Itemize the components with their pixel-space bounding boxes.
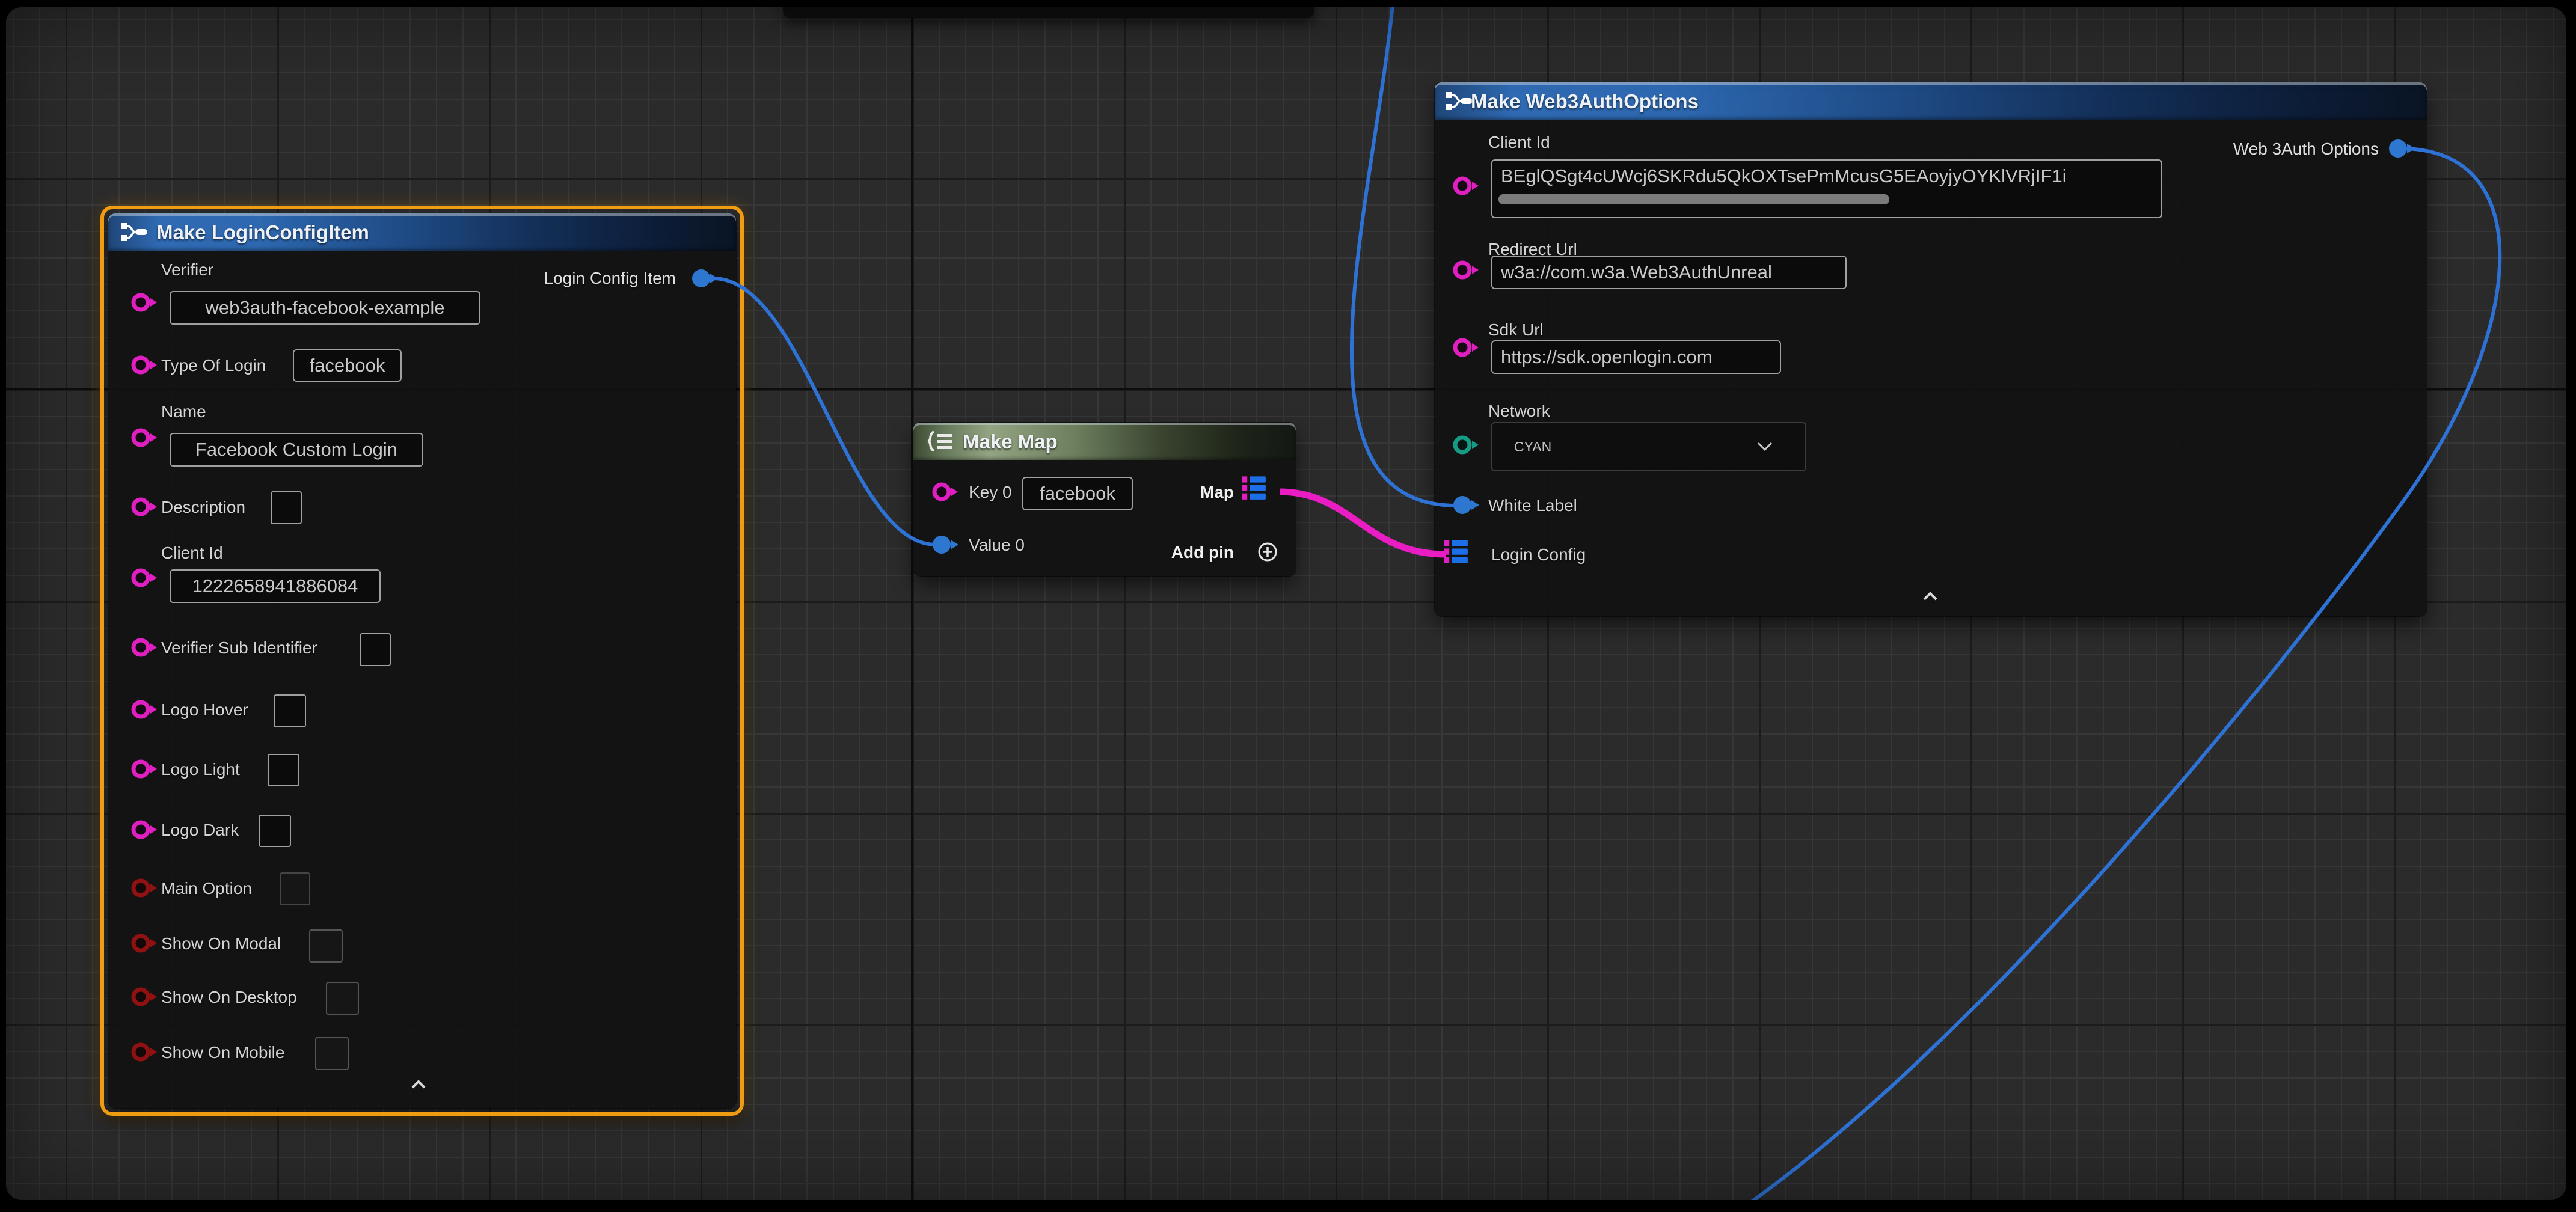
node-make-loginconfigitem[interactable]: Make LoginConfigItem Login Config Item V… [108,213,736,1108]
pin-label: Verifier [161,260,213,280]
main-option-pin[interactable] [130,875,159,901]
name-input[interactable]: Facebook Custom Login [170,433,423,467]
verifier-pin[interactable] [130,289,159,316]
show-on-desktop-checkbox[interactable] [326,982,359,1015]
network-selected-value: CYAN [1514,439,1551,455]
pin-label: Logo Hover [161,700,248,720]
pin-label: Type Of Login [161,356,266,375]
pin-label: Network [1488,402,1550,421]
verifier-sub-identifier-input[interactable] [360,633,391,666]
output-pin-label: Web 3Auth Options [2233,139,2379,159]
redirect-url-input[interactable]: w3a://com.w3a.Web3AuthUnreal [1491,256,1847,289]
description-pin[interactable] [130,494,159,520]
node-make-map[interactable]: Make Map Key 0 facebook Map Value 0 Add … [913,423,1296,576]
pin-label: Name [161,402,206,421]
node-header[interactable]: Make LoginConfigItem [108,213,736,251]
node-make-web3authoptions[interactable]: Make Web3AuthOptions Web 3Auth Options C… [1435,82,2427,616]
value-0-pin[interactable] [931,531,960,558]
show-on-modal-checkbox[interactable] [309,929,343,963]
chevron-up-icon[interactable] [1921,589,1940,604]
pin-label: Logo Light [161,760,240,779]
network-dropdown[interactable]: CYAN [1491,422,1806,471]
show-on-modal-pin[interactable] [130,930,159,956]
pin-label: Description [161,498,245,517]
login-config-pin[interactable] [1442,539,1471,565]
login-config-item-output-pin[interactable] [690,265,719,292]
web3auth-options-output-pin[interactable] [2387,135,2416,162]
name-pin[interactable] [130,424,159,451]
sdk-url-pin[interactable] [1452,334,1480,361]
network-pin[interactable] [1452,432,1480,458]
type-of-login-pin[interactable] [130,352,159,378]
verifier-input[interactable]: web3auth-facebook-example [170,291,480,325]
node-header[interactable]: Make Web3AuthOptions [1435,82,2427,120]
chevron-up-icon[interactable] [409,1077,428,1092]
logo-hover-pin[interactable] [130,696,159,723]
pin-label: Client Id [1488,133,1550,152]
logo-light-pin[interactable] [130,756,159,782]
pin-label: Show On Desktop [161,988,297,1007]
pin-label: Login Config [1491,545,1586,565]
client-id-pin[interactable] [1452,173,1480,199]
pin-label: Main Option [161,879,252,898]
plus-circle-icon[interactable] [1256,540,1279,563]
key-0-input[interactable]: facebook [1022,477,1133,510]
wire-map-to-login-config[interactable] [1280,492,1446,554]
output-pin-label: Map [1200,483,1234,502]
pin-label: Show On Modal [161,934,281,953]
show-on-mobile-checkbox[interactable] [315,1037,349,1070]
make-struct-icon [1444,89,1474,113]
client-id-input[interactable]: 1222658941886084 [170,569,381,603]
show-on-mobile-pin[interactable] [130,1039,159,1065]
type-of-login-input[interactable]: facebook [293,349,402,382]
logo-light-input[interactable] [268,754,299,786]
verifier-sub-identifier-pin[interactable] [130,634,159,661]
logo-dark-input[interactable] [259,815,291,847]
show-on-desktop-pin[interactable] [130,984,159,1010]
sdk-url-input[interactable]: https://sdk.openlogin.com [1491,340,1781,374]
key-0-pin[interactable] [931,479,960,505]
node-title: Make Map [963,430,1058,453]
brace-list-icon [925,429,955,453]
white-label-pin[interactable] [1452,492,1480,518]
pin-label: Show On Mobile [161,1043,284,1062]
map-output-pin[interactable] [1240,475,1269,501]
client-id-input[interactable]: BEglQSgt4cUWcj6SKRdu5QkOXTsePmMcusG5EAoy… [1491,159,2162,218]
node-title: Make LoginConfigItem [156,221,369,244]
offscreen-node-edge[interactable] [783,7,1314,18]
wire-login-config-item-to-value0[interactable] [713,278,936,545]
output-pin-label: Login Config Item [544,269,676,288]
description-input[interactable] [271,491,302,524]
node-title: Make Web3AuthOptions [1471,90,1699,113]
pin-label: Verifier Sub Identifier [161,638,317,658]
graph-world: Make LoginConfigItem Login Config Item V… [6,7,2566,1200]
make-struct-icon [119,220,149,244]
chevron-down-icon [1757,442,1773,451]
pin-label: Key 0 [969,483,1012,502]
main-option-checkbox[interactable] [280,872,310,905]
node-header[interactable]: Make Map [913,423,1296,460]
pin-label: Client Id [161,543,223,563]
client-id-pin[interactable] [130,565,159,591]
add-pin-label[interactable]: Add pin [1171,543,1234,562]
graph-canvas[interactable]: Make LoginConfigItem Login Config Item V… [6,7,2566,1200]
pin-label: Value 0 [969,536,1025,555]
pin-label: Sdk Url [1488,320,1544,340]
redirect-url-pin[interactable] [1452,257,1480,283]
pin-label: White Label [1488,496,1577,515]
logo-dark-pin[interactable] [130,816,159,843]
logo-hover-input[interactable] [274,694,306,727]
grid-origin-vline [911,7,913,1200]
client-id-hscrollbar[interactable] [1498,194,1889,204]
pin-label: Logo Dark [161,821,239,840]
blueprint-editor-frame: Make LoginConfigItem Login Config Item V… [0,0,2576,1212]
